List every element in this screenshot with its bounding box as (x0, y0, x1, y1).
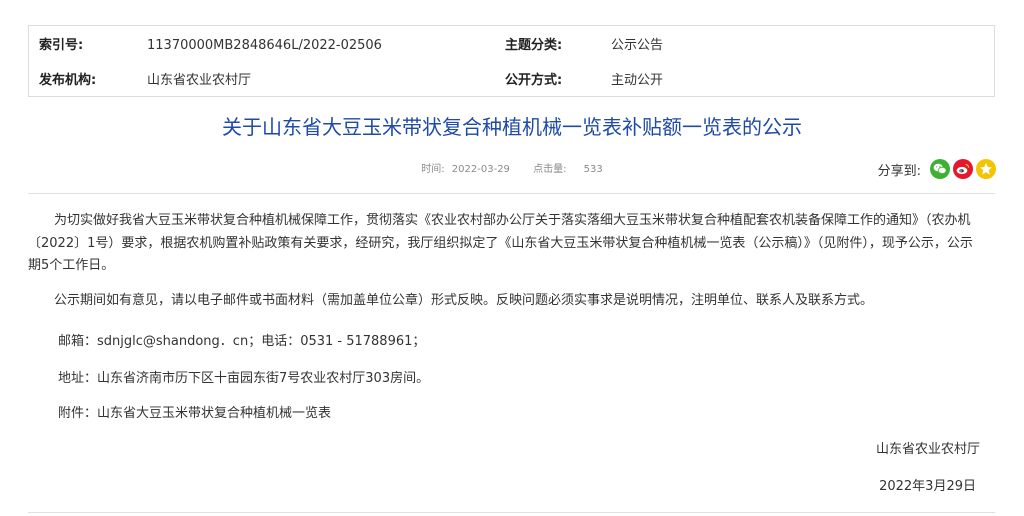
weibo-glyph (956, 164, 970, 175)
clicks-label: 点击量: (533, 164, 567, 175)
wechat-icon[interactable] (930, 159, 950, 179)
index-number-label: 索引号: (39, 38, 84, 53)
metadata-table: 索引号: 11370000MB2848646L/2022-02506 主题分类:… (28, 25, 995, 97)
publisher-label: 发布机构: (39, 73, 97, 88)
contact-address: 地址：山东省济南市历下区十亩园东街7号农业农村厅303房间。 (58, 371, 430, 386)
qzone-glyph (980, 163, 992, 175)
clicks-value: 533 (583, 164, 603, 175)
paragraph-intro: 为切实做好我省大豆玉米带状复合种植机械保障工作，贯彻落实《农业农村部办公厅关于落… (28, 213, 973, 273)
topic-category-label: 主题分类: (505, 38, 563, 53)
article-info: 时间: 2022-03-29 点击量: 533 (0, 163, 1024, 177)
paragraph-feedback: 公示期间如有意见，请以电子邮件或书面材料（需加盖单位公章）形式反映。反映问题必须… (54, 292, 874, 308)
page-title: 关于山东省大豆玉米带状复合种植机械一览表补贴额一览表的公示 (222, 115, 802, 139)
disclosure-method-value: 主动公开 (611, 73, 664, 88)
weibo-icon[interactable] (953, 159, 973, 179)
article-body: 为切实做好我省大豆玉米带状复合种植机械保障工作，贯彻落实《农业农村部办公厅关于落… (28, 210, 973, 312)
attachment-link[interactable]: 山东省大豆玉米带状复合种植机械一览表 (97, 406, 331, 421)
share-bar: 分享到: (878, 157, 996, 181)
signature-organization: 山东省农业农村厅 (875, 442, 980, 457)
share-label: 分享到: (877, 163, 921, 179)
footer-divider (28, 512, 995, 513)
time-label: 时间: (421, 164, 445, 175)
qzone-icon[interactable] (976, 159, 996, 179)
attachment-line: 附件：山东省大豆玉米带状复合种植机械一览表 (58, 406, 331, 422)
publisher-value: 山东省农业农村厅 (147, 73, 252, 88)
wechat-glyph (933, 163, 947, 174)
index-number-value: 11370000MB2848646L/2022-02506 (147, 38, 382, 53)
topic-category-value: 公示公告 (611, 38, 664, 53)
attachment-label: 附件： (58, 406, 98, 421)
time-value: 2022-03-29 (451, 164, 510, 175)
disclosure-method-label: 公开方式: (505, 73, 563, 88)
header-divider (28, 193, 995, 194)
contact-email-phone: 邮箱：sdnjglc@shandong．cn；电话：0531 - 5178896… (58, 334, 426, 349)
signature-date: 2022年3月29日 (879, 479, 976, 494)
